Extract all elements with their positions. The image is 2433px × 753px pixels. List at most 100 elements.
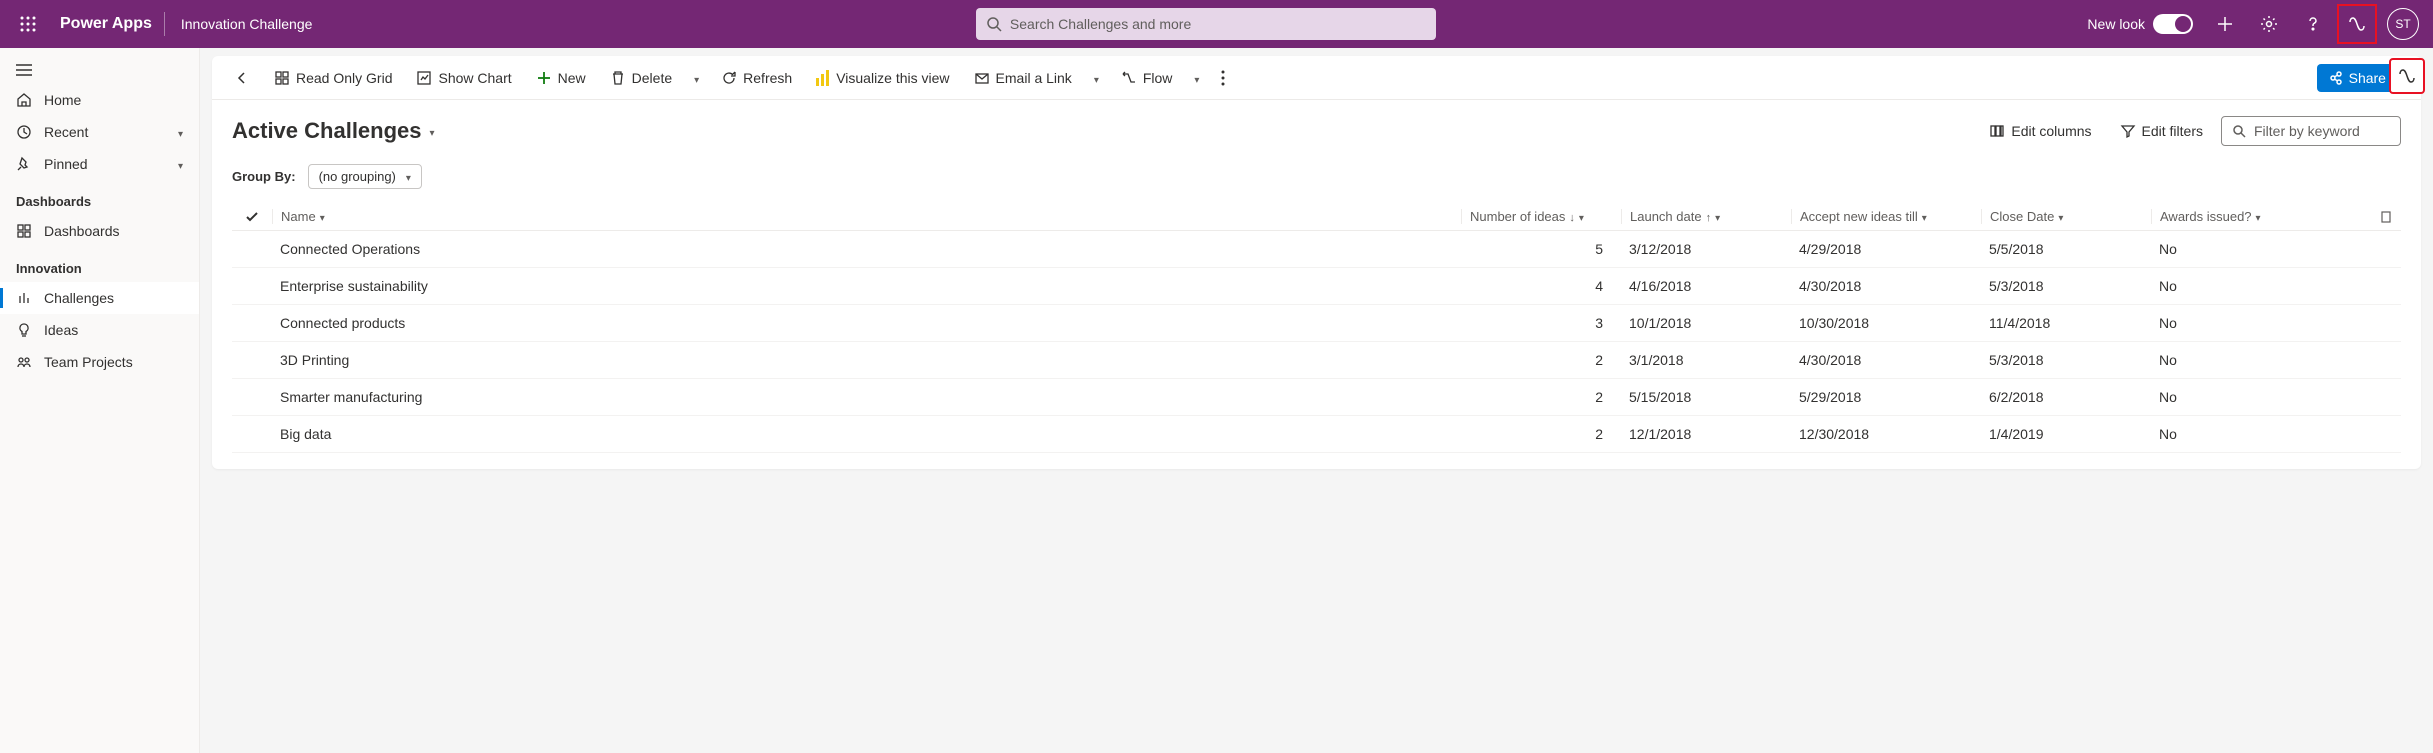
chevron-down-icon [1094, 70, 1099, 86]
table-row[interactable]: Connected products310/1/201810/30/201811… [232, 305, 2401, 342]
main-content: Read Only Grid Show Chart New Delete Ref… [200, 48, 2433, 753]
column-name-label: Name [281, 209, 316, 224]
global-header: Power Apps Innovation Challenge Search C… [0, 0, 2433, 48]
column-header-accept[interactable]: Accept new ideas till [1791, 209, 1981, 224]
group-by-select[interactable]: (no grouping) [308, 164, 422, 189]
toggle-switch-icon [2153, 14, 2193, 34]
cell-name: 3D Printing [272, 352, 1461, 368]
nav-team-projects-label: Team Projects [44, 354, 133, 370]
help-button[interactable] [2293, 4, 2333, 44]
nav-ideas[interactable]: Ideas [0, 314, 199, 346]
edit-columns-button[interactable]: Edit columns [1979, 117, 2101, 145]
flow-split-button[interactable] [1186, 64, 1207, 92]
view-selector-chevron[interactable] [430, 123, 435, 139]
table-row[interactable]: Connected Operations53/12/20184/29/20185… [232, 231, 2401, 268]
search-icon [2232, 124, 2246, 138]
cell-accept: 4/30/2018 [1791, 352, 1981, 368]
table-row[interactable]: Smarter manufacturing25/15/20185/29/2018… [232, 379, 2401, 416]
user-avatar[interactable]: ST [2387, 8, 2419, 40]
cell-accept: 4/29/2018 [1791, 241, 1981, 257]
group-by-row: Group By: (no grouping) [232, 164, 2401, 189]
visualize-button[interactable]: Visualize this view [806, 64, 959, 92]
arrow-left-icon [234, 70, 250, 86]
app-title[interactable]: Innovation Challenge [169, 16, 325, 32]
nav-challenges[interactable]: Challenges [0, 282, 199, 314]
column-awards-label: Awards issued? [2160, 209, 2252, 224]
share-icon [2329, 71, 2343, 85]
edit-columns-label: Edit columns [2011, 123, 2091, 139]
chevron-down-icon [1194, 70, 1199, 86]
copilot-icon [2397, 66, 2417, 86]
copilot-header-button[interactable] [2337, 4, 2377, 44]
overflow-button[interactable] [1211, 64, 1235, 92]
filter-keyword-input[interactable]: Filter by keyword [2221, 116, 2401, 146]
chevron-down-icon [2256, 209, 2261, 224]
select-all-checkbox[interactable] [232, 210, 272, 224]
cell-launch: 4/16/2018 [1621, 278, 1791, 294]
columns-icon [1989, 123, 2005, 139]
trash-icon [610, 70, 626, 86]
add-button[interactable] [2205, 4, 2245, 44]
show-chart-button[interactable]: Show Chart [406, 64, 521, 92]
read-only-grid-button[interactable]: Read Only Grid [264, 64, 402, 92]
nav-team-projects[interactable]: Team Projects [0, 346, 199, 378]
copilot-pane-button[interactable] [2389, 58, 2425, 94]
nav-pinned-label: Pinned [44, 156, 88, 172]
nav-dashboards[interactable]: Dashboards [0, 215, 199, 247]
view-card: Active Challenges Edit columns Edit filt… [212, 100, 2421, 469]
global-search[interactable]: Search Challenges and more [976, 8, 1436, 40]
settings-button[interactable] [2249, 4, 2289, 44]
dashboard-icon [16, 223, 32, 239]
column-close-label: Close Date [1990, 209, 2054, 224]
chevron-down-icon [406, 169, 411, 184]
email-icon [974, 70, 990, 86]
delete-split-button[interactable] [686, 64, 707, 92]
email-split-button[interactable] [1086, 64, 1107, 92]
column-settings-button[interactable] [2371, 211, 2401, 223]
cell-accept: 12/30/2018 [1791, 426, 1981, 442]
filter-icon [2120, 123, 2136, 139]
cell-ideas: 4 [1461, 278, 1621, 294]
table-row[interactable]: Big data212/1/201812/30/20181/4/2019No [232, 416, 2401, 453]
table-row[interactable]: Enterprise sustainability44/16/20184/30/… [232, 268, 2401, 305]
column-header-close[interactable]: Close Date [1981, 209, 2151, 224]
app-launcher-button[interactable] [8, 16, 48, 32]
cell-accept: 10/30/2018 [1791, 315, 1981, 331]
view-title[interactable]: Active Challenges [232, 118, 422, 144]
edit-filters-button[interactable]: Edit filters [2110, 117, 2213, 145]
bookmark-icon [2380, 211, 2392, 223]
back-button[interactable] [224, 64, 260, 92]
column-header-ideas[interactable]: Number of ideas [1461, 209, 1621, 224]
left-nav: Home Recent Pinned Dashboards Dashboards… [0, 48, 200, 753]
nav-ideas-label: Ideas [44, 322, 78, 338]
brand-label[interactable]: Power Apps [48, 15, 164, 33]
column-header-launch[interactable]: Launch date [1621, 209, 1791, 224]
email-link-label: Email a Link [996, 70, 1072, 86]
new-look-label: New look [2087, 16, 2145, 32]
nav-recent[interactable]: Recent [0, 116, 199, 148]
refresh-button[interactable]: Refresh [711, 64, 802, 92]
nav-home[interactable]: Home [0, 84, 199, 116]
new-button[interactable]: New [526, 64, 596, 92]
nav-section-innovation: Innovation [0, 247, 199, 282]
sort-descending-icon [1569, 209, 1575, 224]
nav-section-dashboards: Dashboards [0, 180, 199, 215]
cell-close: 5/3/2018 [1981, 278, 2151, 294]
team-icon [16, 354, 32, 370]
table-row[interactable]: 3D Printing23/1/20184/30/20185/3/2018No [232, 342, 2401, 379]
cell-name: Enterprise sustainability [272, 278, 1461, 294]
nav-home-label: Home [44, 92, 81, 108]
column-header-awards[interactable]: Awards issued? [2151, 209, 2371, 224]
cell-name: Big data [272, 426, 1461, 442]
nav-pinned[interactable]: Pinned [0, 148, 199, 180]
email-link-button[interactable]: Email a Link [964, 64, 1082, 92]
new-look-toggle[interactable]: New look [2087, 14, 2193, 34]
clock-icon [16, 124, 32, 140]
flow-button[interactable]: Flow [1111, 64, 1183, 92]
waffle-icon [20, 16, 36, 32]
chart-icon [416, 70, 432, 86]
delete-button[interactable]: Delete [600, 64, 682, 92]
column-header-name[interactable]: Name [272, 209, 1461, 224]
nav-collapse-button[interactable] [0, 56, 199, 84]
more-vertical-icon [1221, 70, 1225, 86]
